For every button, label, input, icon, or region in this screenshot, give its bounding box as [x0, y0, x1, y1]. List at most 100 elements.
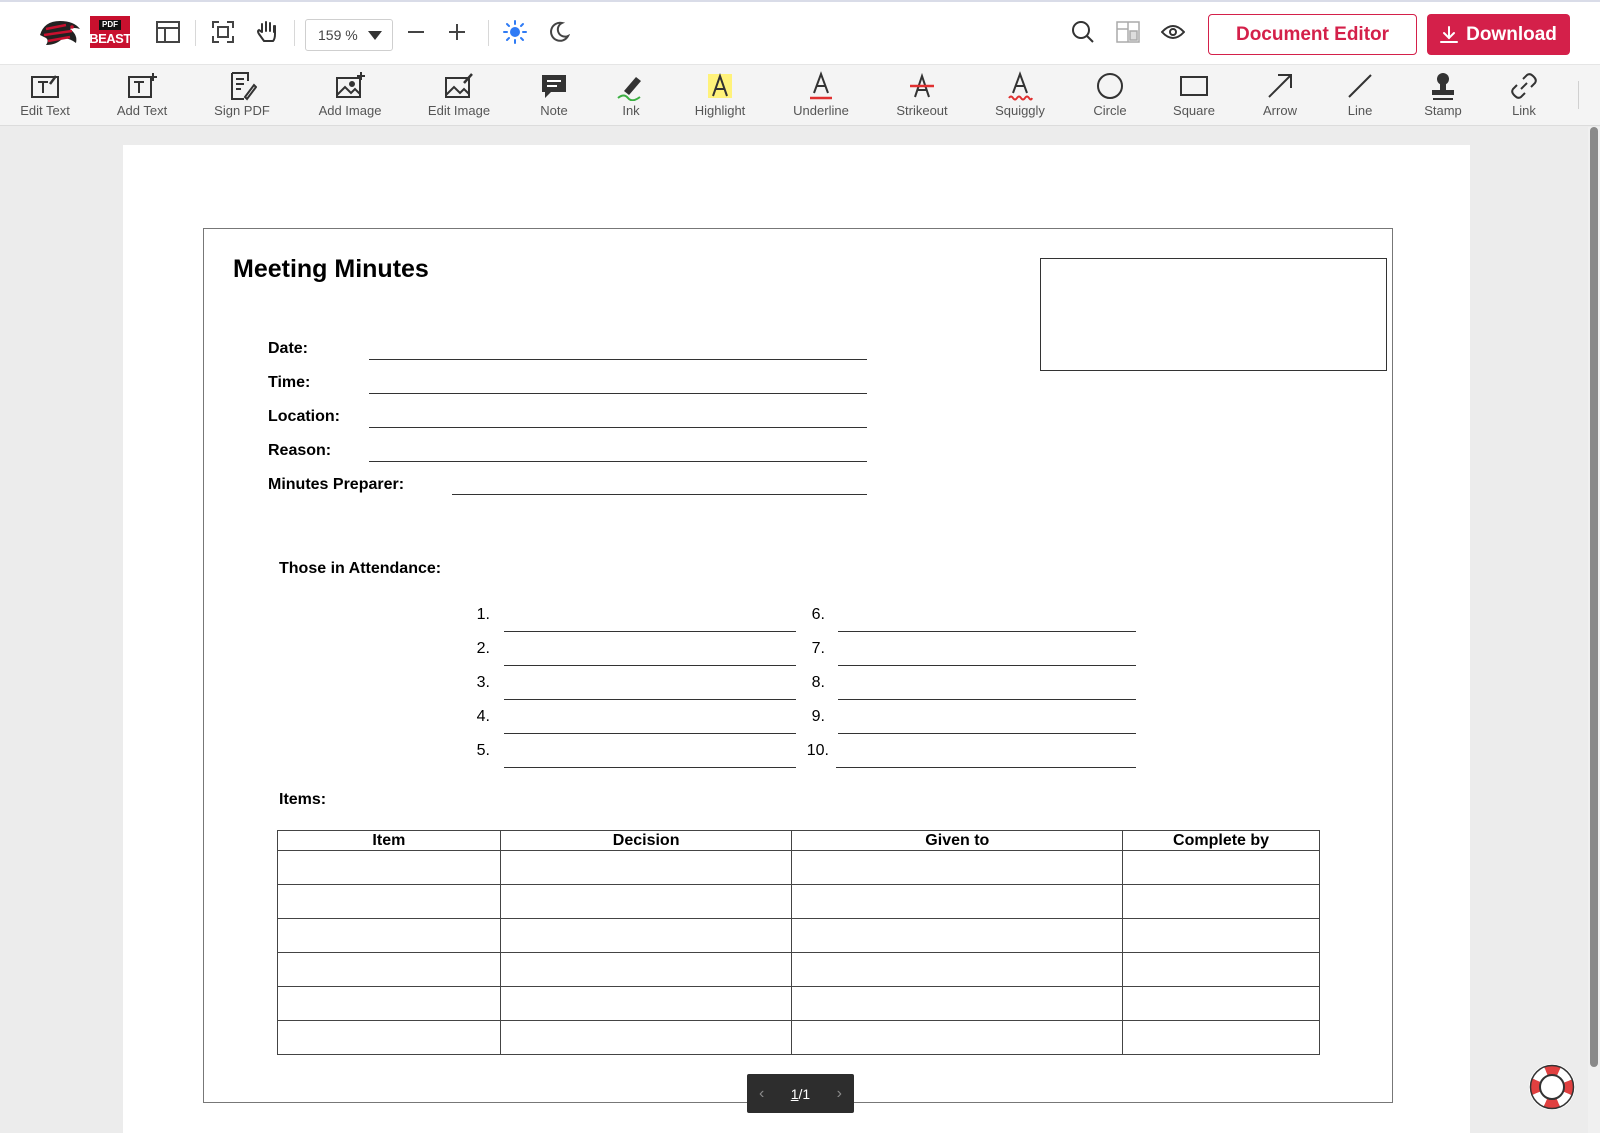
table-cell[interactable]: [277, 952, 501, 987]
tool-link[interactable]: Link: [1510, 71, 1538, 123]
minutes-preparer-field[interactable]: [452, 494, 867, 495]
table-cell[interactable]: [499, 986, 793, 1021]
page-layout-icon[interactable]: [1115, 19, 1141, 45]
next-page-icon[interactable]: ›: [837, 1085, 842, 1103]
zoom-select[interactable]: 159 %: [305, 19, 393, 51]
attendee-field[interactable]: [838, 665, 1136, 666]
table-cell[interactable]: [1122, 952, 1320, 987]
tool-highlight[interactable]: Highlight: [694, 71, 746, 123]
table-cell[interactable]: [1122, 986, 1320, 1021]
arrow-icon: [1268, 74, 1292, 98]
attendee-field[interactable]: [504, 699, 796, 700]
tool-squiggly[interactable]: Squiggly: [995, 71, 1045, 123]
table-cell[interactable]: [277, 884, 501, 919]
add-text-icon: [128, 73, 157, 98]
table-cell[interactable]: [277, 986, 501, 1021]
table-cell[interactable]: [1122, 884, 1320, 919]
tool-stamp[interactable]: Stamp: [1423, 71, 1463, 123]
table-cell[interactable]: [791, 986, 1124, 1021]
reason-field[interactable]: [369, 461, 867, 462]
document-editor-button[interactable]: Document Editor: [1208, 14, 1417, 55]
light-mode-icon[interactable]: [502, 19, 528, 45]
zoom-in-icon[interactable]: [444, 19, 470, 45]
attendee-number: 4.: [476, 708, 490, 725]
time-field[interactable]: [369, 393, 867, 394]
attendee-field[interactable]: [838, 631, 1136, 632]
tool-sign-pdf[interactable]: Sign PDF: [213, 71, 271, 123]
layout-panel-icon[interactable]: [155, 19, 181, 45]
tool-add-image[interactable]: Add Image: [317, 71, 383, 123]
table-cell[interactable]: [277, 1020, 501, 1055]
tool-label: Square: [1173, 103, 1215, 118]
beast-logo-icon: [40, 21, 80, 45]
attendee-field[interactable]: [504, 631, 796, 632]
tool-line[interactable]: Line: [1348, 71, 1372, 123]
scrollbar-thumb[interactable]: [1590, 127, 1598, 1067]
beast-badge: PDF BEAST: [89, 16, 131, 48]
toolbar-divider: [1578, 81, 1579, 109]
attendee-field[interactable]: [504, 733, 796, 734]
table-cell[interactable]: [791, 918, 1124, 953]
edit-image-icon: [445, 73, 473, 98]
fullscreen-icon[interactable]: [210, 19, 236, 45]
attendee-field[interactable]: [838, 733, 1136, 734]
table-cell[interactable]: [1122, 1020, 1320, 1055]
table-cell[interactable]: [499, 952, 793, 987]
attendee-field[interactable]: [504, 767, 796, 768]
app-logo[interactable]: PDF BEAST: [36, 14, 136, 50]
tool-arrow[interactable]: Arrow: [1261, 71, 1299, 123]
logo-placeholder-box[interactable]: [1040, 258, 1387, 371]
table-cell[interactable]: [791, 884, 1124, 919]
table-cell[interactable]: [791, 952, 1124, 987]
tool-label: Underline: [793, 103, 849, 118]
note-icon: [542, 75, 566, 98]
attendee-field[interactable]: [504, 665, 796, 666]
field-label-reason: Reason:: [268, 442, 332, 459]
edit-text-icon: [31, 75, 59, 98]
tool-label: Edit Text: [20, 103, 70, 118]
tool-edit-image[interactable]: Edit Image: [427, 71, 491, 123]
location-field[interactable]: [369, 427, 867, 428]
table-cell[interactable]: [277, 918, 501, 953]
ink-icon: [617, 77, 641, 101]
eye-icon[interactable]: [1160, 19, 1186, 45]
table-cell[interactable]: [791, 850, 1124, 885]
tool-underline[interactable]: Underline: [793, 71, 849, 123]
tool-strikeout[interactable]: Strikeout: [895, 71, 949, 123]
tool-edit-text[interactable]: Edit Text: [20, 71, 70, 123]
zoom-out-icon[interactable]: [403, 19, 429, 45]
tool-label: Squiggly: [995, 103, 1045, 118]
table-cell[interactable]: [1122, 850, 1320, 885]
tool-ink[interactable]: Ink: [617, 71, 644, 123]
logo-beast-text: BEAST: [89, 30, 131, 46]
table-cell[interactable]: [499, 918, 793, 953]
tool-label: Circle: [1093, 103, 1127, 118]
attendee-field[interactable]: [838, 699, 1136, 700]
prev-page-icon[interactable]: ‹: [759, 1085, 764, 1103]
tool-note[interactable]: Note: [538, 71, 570, 123]
link-icon: [1511, 73, 1537, 99]
hand-tool-icon[interactable]: [254, 19, 280, 45]
tool-label: Highlight: [694, 103, 746, 118]
attendee-field[interactable]: [836, 767, 1136, 768]
tool-label: Strikeout: [896, 103, 948, 118]
tool-square[interactable]: Square: [1173, 71, 1215, 123]
dark-mode-icon[interactable]: [546, 19, 572, 45]
tool-circle[interactable]: Circle: [1092, 71, 1128, 123]
vertical-scrollbar[interactable]: [1588, 127, 1600, 1133]
table-cell[interactable]: [791, 1020, 1124, 1055]
search-icon[interactable]: [1070, 19, 1096, 45]
table-cell[interactable]: [499, 1020, 793, 1055]
help-lifebuoy-icon[interactable]: [1529, 1064, 1575, 1110]
current-page-number[interactable]: 1: [791, 1086, 799, 1102]
table-row: [277, 918, 1320, 953]
tool-add-text[interactable]: Add Text: [117, 71, 167, 123]
table-cell[interactable]: [277, 850, 501, 885]
table-cell[interactable]: [499, 850, 793, 885]
table-cell[interactable]: [499, 884, 793, 919]
table-header-row: Item Decision Given to Complete by: [277, 830, 1320, 851]
toolbar-divider: [488, 20, 489, 46]
download-button[interactable]: Download: [1427, 14, 1570, 55]
date-field[interactable]: [369, 359, 867, 360]
table-cell[interactable]: [1122, 918, 1320, 953]
